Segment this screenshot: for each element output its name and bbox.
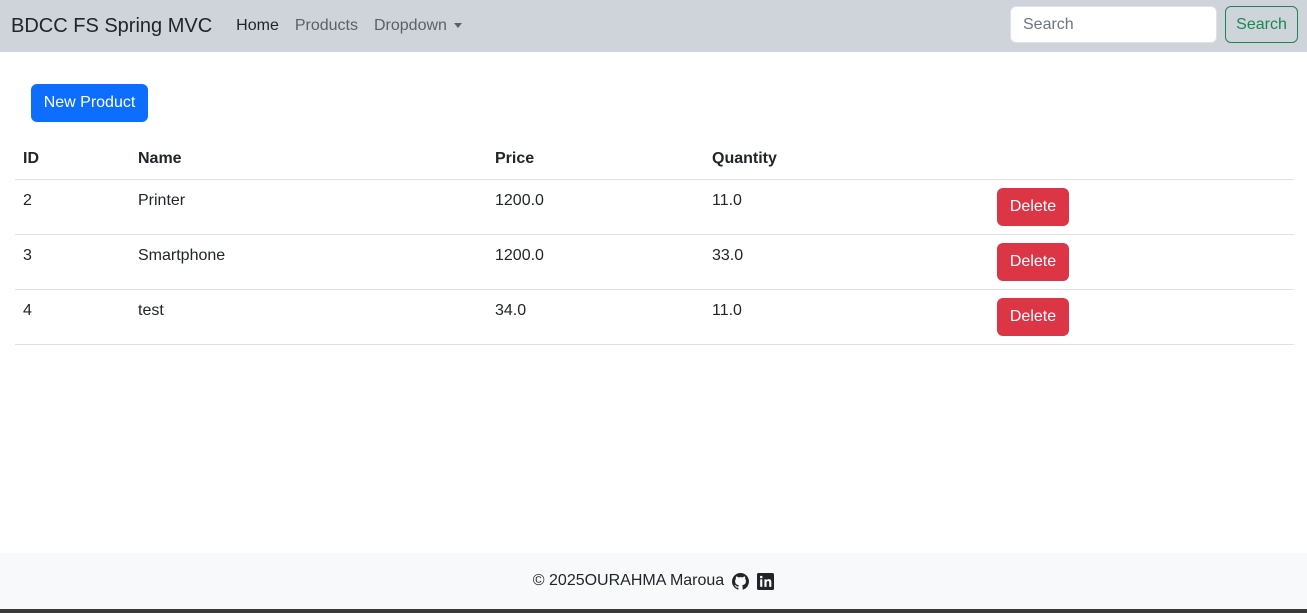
cell-quantity: 33.0 xyxy=(704,234,989,290)
cell-id: 2 xyxy=(15,179,130,235)
navbar-brand[interactable]: BDCC FS Spring MVC xyxy=(11,15,212,38)
table-row: 3 Smartphone 1200.0 33.0 Delete xyxy=(15,234,1294,290)
search-button[interactable]: Search xyxy=(1225,6,1298,43)
cell-price: 1200.0 xyxy=(487,234,704,290)
window-bottom-edge xyxy=(0,609,1307,613)
header-price: Price xyxy=(495,149,535,167)
cell-actions: Delete xyxy=(989,234,1294,290)
search-input[interactable] xyxy=(1010,6,1217,43)
header-actions xyxy=(989,139,1294,179)
cell-quantity: 11.0 xyxy=(704,289,989,345)
cell-price: 34.0 xyxy=(487,289,704,345)
nav-link-home[interactable]: Home xyxy=(228,17,287,35)
cell-id: 4 xyxy=(15,289,130,345)
cell-name: Smartphone xyxy=(130,234,487,290)
footer: © 2025OURAHMA Maroua xyxy=(0,553,1307,609)
github-icon[interactable] xyxy=(732,572,750,590)
cell-name: Printer xyxy=(130,179,487,235)
header-quantity: Quantity xyxy=(712,149,777,167)
cell-actions: Delete xyxy=(989,289,1294,345)
cell-actions: Delete xyxy=(989,179,1294,235)
delete-button[interactable]: Delete xyxy=(997,242,1069,281)
header-name: Name xyxy=(138,149,182,167)
table-header-row: ID Name Price Quantity xyxy=(15,139,1294,179)
caret-down-icon xyxy=(453,23,462,29)
cell-price: 1200.0 xyxy=(487,179,704,235)
footer-copyright: © 2025OURAHMA Maroua xyxy=(532,572,725,589)
table-row: 4 test 34.0 11.0 Delete xyxy=(15,289,1294,345)
products-table: ID Name Price Quantity 2 Printer 1200.0 … xyxy=(15,139,1294,345)
delete-button[interactable]: Delete xyxy=(997,187,1069,226)
navbar: BDCC FS Spring MVC Home Products Dropdow… xyxy=(0,0,1307,52)
new-product-button[interactable]: New Product xyxy=(31,84,148,122)
cell-name: test xyxy=(130,289,487,345)
header-id: ID xyxy=(23,149,39,167)
linkedin-icon[interactable] xyxy=(757,572,775,590)
nav-links: Home Products Dropdown xyxy=(228,17,470,35)
search-form: Search xyxy=(1010,6,1298,43)
cell-quantity: 11.0 xyxy=(704,179,989,235)
table-row: 2 Printer 1200.0 11.0 Delete xyxy=(15,179,1294,235)
cell-id: 3 xyxy=(15,234,130,290)
nav-link-products[interactable]: Products xyxy=(287,17,366,35)
nav-dropdown-label: Dropdown xyxy=(373,17,447,34)
nav-dropdown-toggle[interactable]: Dropdown xyxy=(366,17,470,35)
delete-button[interactable]: Delete xyxy=(997,297,1069,336)
